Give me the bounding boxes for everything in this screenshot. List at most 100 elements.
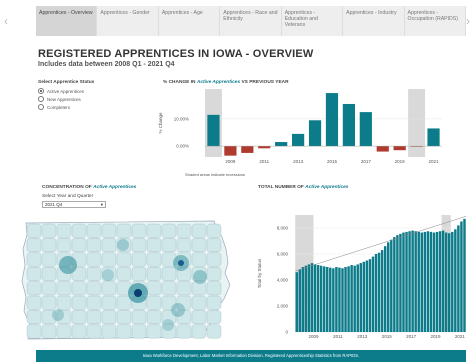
total-bar[interactable] <box>429 231 433 332</box>
county-cell[interactable] <box>116 324 132 339</box>
total-bar[interactable] <box>420 232 423 332</box>
total-bar[interactable] <box>362 261 366 332</box>
total-bar[interactable] <box>435 231 439 332</box>
total-bar[interactable] <box>432 232 436 332</box>
total-bar[interactable] <box>307 264 311 332</box>
county-cell[interactable] <box>86 267 102 281</box>
county-cell[interactable] <box>71 324 87 339</box>
county-cell[interactable] <box>131 223 147 238</box>
total-bar[interactable] <box>383 246 387 332</box>
county-cell[interactable] <box>56 281 72 296</box>
county-cell[interactable] <box>191 252 207 267</box>
county-cell[interactable] <box>146 267 162 281</box>
total-bar[interactable] <box>457 225 460 332</box>
county-cell[interactable] <box>41 267 57 281</box>
county-cell[interactable] <box>206 324 222 339</box>
status-option[interactable]: New Apprentices <box>38 96 128 102</box>
total-bar[interactable] <box>441 230 445 332</box>
total-bar[interactable] <box>322 266 326 332</box>
total-bar[interactable] <box>341 268 344 332</box>
radio-icon[interactable] <box>38 104 44 110</box>
tab-4[interactable]: Apprentices - Education and Veterans <box>282 6 344 36</box>
county-cell[interactable] <box>191 295 207 310</box>
year-quarter-select[interactable]: 2021 Q4 ▾ <box>42 201 106 208</box>
county-cell[interactable] <box>116 223 132 238</box>
total-bar[interactable] <box>301 267 305 332</box>
total-bar[interactable] <box>319 265 323 332</box>
pct-bar[interactable] <box>224 146 237 156</box>
county-cell[interactable] <box>71 281 87 296</box>
county-cell[interactable] <box>206 252 222 267</box>
total-bar[interactable] <box>454 229 457 332</box>
county-cell[interactable] <box>146 252 162 267</box>
county-cell[interactable] <box>86 281 102 296</box>
tab-2[interactable]: Apprentices - Age <box>159 6 221 36</box>
county-cell[interactable] <box>191 223 207 238</box>
total-bar[interactable] <box>365 260 369 333</box>
total-bar[interactable] <box>408 231 411 332</box>
total-bar[interactable] <box>405 231 408 332</box>
county-cell[interactable] <box>116 267 132 281</box>
total-bar[interactable] <box>463 218 466 332</box>
county-cell[interactable] <box>26 281 42 296</box>
county-cell[interactable] <box>41 223 57 238</box>
county-cell[interactable] <box>26 310 42 324</box>
county-cell[interactable] <box>86 295 102 310</box>
total-bar[interactable] <box>451 231 454 332</box>
county-cell[interactable] <box>146 310 162 324</box>
county-cell[interactable] <box>56 238 72 252</box>
total-bar[interactable] <box>326 267 329 332</box>
county-cell[interactable] <box>26 238 42 252</box>
total-bar[interactable] <box>426 231 430 332</box>
total-bar[interactable] <box>350 265 353 332</box>
pct-bar[interactable] <box>393 146 406 151</box>
tab-3[interactable]: Apprentices - Race and Ethnicity <box>220 6 282 36</box>
county-cell[interactable] <box>116 252 132 267</box>
county-cell[interactable] <box>101 238 117 252</box>
status-option[interactable]: Active Apprentices <box>38 88 128 94</box>
county-cell[interactable] <box>56 295 72 310</box>
county-cell[interactable] <box>101 310 117 324</box>
county-cell[interactable] <box>131 324 147 339</box>
county-cell[interactable] <box>161 223 177 238</box>
total-bar[interactable] <box>380 250 384 332</box>
total-bar[interactable] <box>374 254 378 332</box>
scroll-left-icon[interactable]: ‹ <box>4 14 8 28</box>
pct-bar[interactable] <box>376 146 389 152</box>
total-bar[interactable] <box>332 268 335 332</box>
total-bar[interactable] <box>444 232 448 332</box>
county-cell[interactable] <box>26 252 42 267</box>
total-bar[interactable] <box>353 265 356 332</box>
county-cell[interactable] <box>101 223 117 238</box>
total-bar[interactable] <box>387 242 390 332</box>
total-bar[interactable] <box>396 235 399 332</box>
county-cell[interactable] <box>131 252 147 267</box>
county-cell[interactable] <box>56 324 72 339</box>
tab-5[interactable]: Apprentices - Industry <box>343 6 405 36</box>
total-bar[interactable] <box>368 259 372 332</box>
pct-bar[interactable] <box>325 93 339 147</box>
county-cell[interactable] <box>86 252 102 267</box>
tab-0[interactable]: Apprentices - Overview <box>36 6 98 36</box>
total-bar[interactable] <box>335 267 338 332</box>
county-cell[interactable] <box>71 223 87 238</box>
county-cell[interactable] <box>41 252 57 267</box>
county-cell[interactable] <box>71 310 87 324</box>
total-bar[interactable] <box>393 237 396 332</box>
county-cell[interactable] <box>146 281 162 296</box>
pct-bar[interactable] <box>258 146 271 149</box>
county-cell[interactable] <box>146 295 162 310</box>
county-cell[interactable] <box>131 267 147 281</box>
county-cell[interactable] <box>206 267 222 281</box>
radio-icon[interactable] <box>38 88 44 94</box>
total-bar[interactable] <box>448 233 451 332</box>
county-cell[interactable] <box>41 324 57 339</box>
county-cell[interactable] <box>206 281 222 296</box>
county-cell[interactable] <box>41 281 57 296</box>
tab-6[interactable]: Apprentices - Occupation (RAPIDS) <box>405 6 466 36</box>
total-bar[interactable] <box>371 256 375 332</box>
total-bar[interactable] <box>417 231 420 332</box>
county-cell[interactable] <box>86 324 102 339</box>
county-cell[interactable] <box>101 281 117 296</box>
county-cell[interactable] <box>26 223 42 238</box>
